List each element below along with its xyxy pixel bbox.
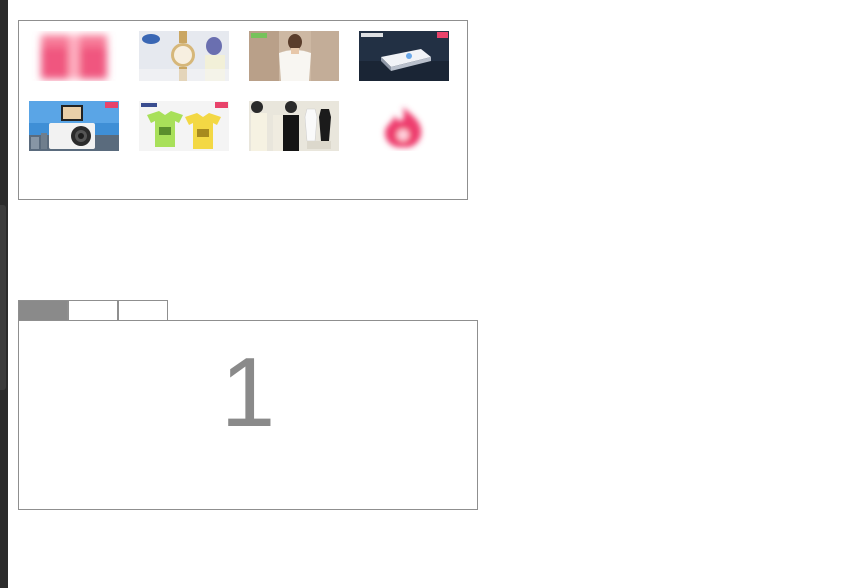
tab-3[interactable] xyxy=(118,300,168,320)
digital-camera-promo-image[interactable] xyxy=(29,101,119,151)
tab-2[interactable] xyxy=(68,300,118,320)
product-grid-panel xyxy=(18,20,468,200)
projector-promo-image[interactable] xyxy=(359,31,449,81)
side-drag-handle[interactable] xyxy=(0,205,6,390)
disney-gold-watch-promo-image[interactable] xyxy=(139,31,229,81)
red-gift-promo-image[interactable] xyxy=(29,31,119,81)
tab-content-number: 1 xyxy=(220,337,276,447)
tab-content-panel: 1 xyxy=(18,320,478,510)
window-left-edge xyxy=(0,0,8,588)
red-flame-promo-image[interactable] xyxy=(359,101,449,151)
white-blouse-model-image[interactable] xyxy=(249,31,339,81)
kids-tshirts-promo-image[interactable] xyxy=(139,101,229,151)
camisoles-promo-image[interactable] xyxy=(249,101,339,151)
tab-1[interactable] xyxy=(18,300,68,320)
